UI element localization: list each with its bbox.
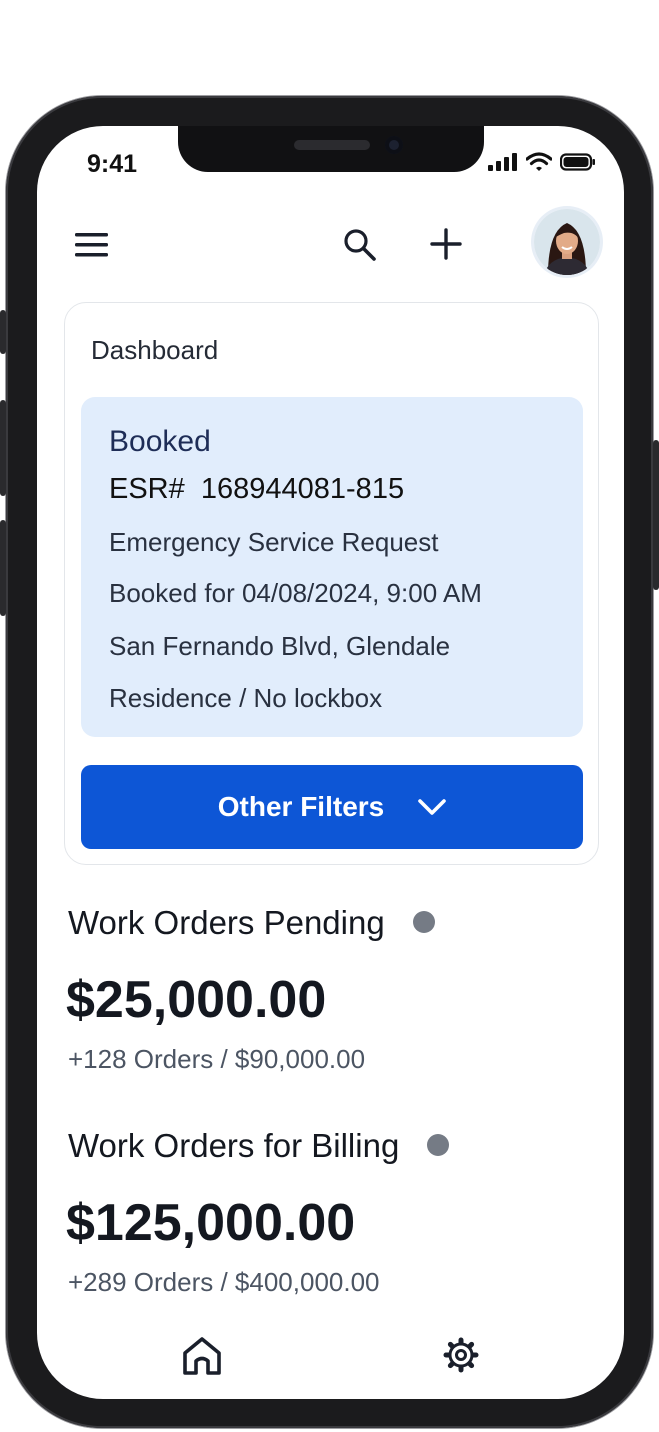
metric-sub-billing: +289 Orders / $400,000.00 [68,1267,380,1297]
search-icon[interactable] [343,228,377,267]
status-dot [427,1134,450,1157]
chevron-down-icon [418,799,447,815]
power-button [653,440,659,590]
booked-date: Booked for 04/08/2024, 9:00 AM [109,578,482,608]
home-icon[interactable] [181,1335,223,1382]
gear-icon[interactable] [443,1337,479,1378]
front-camera [385,136,403,154]
property-access: Residence / No lockbox [109,683,383,713]
wifi-icon [526,152,552,171]
mute-switch [0,310,6,354]
plus-icon[interactable] [430,228,462,265]
status-dot [412,911,435,934]
hamburger-menu-icon[interactable] [75,232,109,263]
phone-screen: 9:41 Dashboard Booked ESR# 168944081-815… [37,126,624,1399]
metric-value-pending: $25,000.00 [66,971,327,1029]
signal-icon [488,153,517,171]
metric-title-billing: Work Orders for Billing [68,1127,450,1165]
booking-panel[interactable]: Booked ESR# 168944081-815 Emergency Serv… [81,397,583,737]
metric-title-text: Work Orders Pending [68,904,385,941]
metric-sub-pending: +128 Orders / $90,000.00 [68,1044,366,1074]
battery-icon [560,153,595,171]
metric-value-billing: $125,000.00 [66,1194,356,1252]
metric-title-text: Work Orders for Billing [68,1127,400,1164]
metric-title-pending: Work Orders Pending [68,904,435,942]
other-filters-button[interactable]: Other Filters [81,765,583,849]
service-address: San Fernando Blvd, Glendale [109,631,451,661]
speaker [294,140,370,150]
volume-up-button [0,400,6,496]
booking-status: Booked [109,425,211,458]
esr-number: ESR# 168944081-815 [109,473,405,505]
volume-down-button [0,520,6,616]
status-icons [488,152,596,172]
dashboard-title: Dashboard [91,335,219,365]
service-type: Emergency Service Request [109,527,439,557]
user-avatar[interactable] [534,209,600,275]
notch [178,126,484,172]
other-filters-label: Other Filters [217,791,385,822]
status-time: 9:41 [87,150,138,178]
dashboard-card: Dashboard Booked ESR# 168944081-815 Emer… [64,302,599,865]
